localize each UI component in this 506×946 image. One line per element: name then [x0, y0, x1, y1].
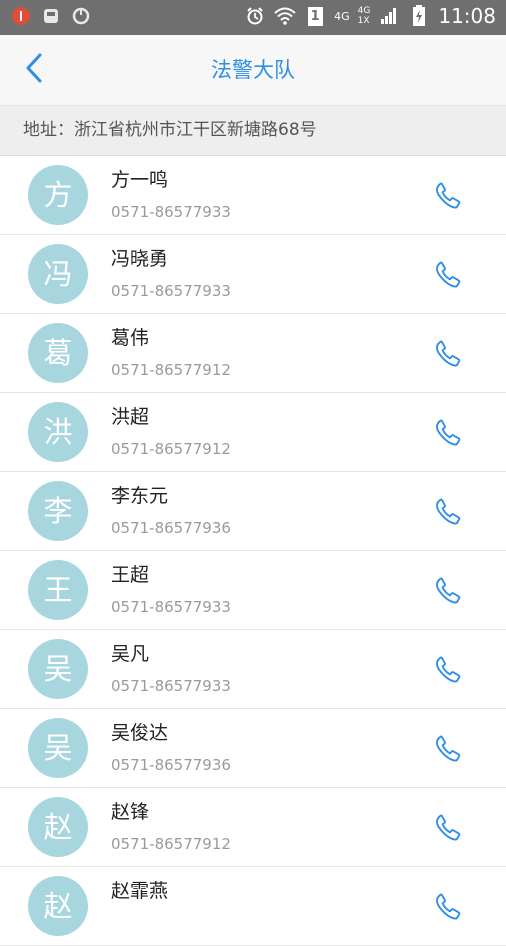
status-time: 11:08: [438, 4, 496, 28]
contact-name: 王超: [111, 564, 150, 586]
call-button[interactable]: [431, 652, 467, 688]
contact-phone: 0571-86577936: [111, 519, 231, 537]
status-bar: 1 4G 4G 1X 11:08: [0, 0, 506, 35]
sync-notification-icon: [70, 5, 92, 27]
contact-row[interactable]: 赵 赵霏燕: [0, 867, 506, 946]
contact-phone: 0571-86577933: [111, 677, 231, 695]
contact-row[interactable]: 赵 赵锋 0571-86577912: [0, 788, 506, 867]
contact-row[interactable]: 李 李东元 0571-86577936: [0, 472, 506, 551]
network-2-bottom: 1X: [357, 16, 370, 26]
contact-name: 方一鸣: [111, 169, 169, 191]
contact-name: 葛伟: [111, 327, 150, 349]
contact-phone: 0571-86577933: [111, 282, 231, 300]
phone-icon: [436, 419, 461, 446]
contact-name: 吴俊达: [111, 722, 169, 744]
network-2-top: 4G: [357, 6, 371, 16]
call-button[interactable]: [431, 889, 467, 925]
avatar: 方: [28, 165, 88, 225]
call-button[interactable]: [431, 257, 467, 293]
app-bar: 法警大队: [0, 35, 506, 106]
page-title: 法警大队: [211, 58, 295, 82]
contact-phone: 0571-86577912: [111, 440, 231, 458]
avatar: 赵: [28, 876, 88, 936]
contact-name: 李东元: [111, 485, 169, 507]
avatar: 洪: [28, 402, 88, 462]
contact-row[interactable]: 吴 吴凡 0571-86577933: [0, 630, 506, 709]
phone-icon: [436, 656, 461, 683]
avatar: 王: [28, 560, 88, 620]
contact-row[interactable]: 葛 葛伟 0571-86577912: [0, 314, 506, 393]
address-bar: 地址：浙江省杭州市江干区新塘路68号: [0, 106, 506, 156]
app-notification-icon: [10, 5, 32, 27]
phone-icon: [436, 261, 461, 288]
call-button[interactable]: [431, 731, 467, 767]
phone-icon: [436, 814, 461, 841]
call-button[interactable]: [431, 178, 467, 214]
contact-row[interactable]: 洪 洪超 0571-86577912: [0, 393, 506, 472]
call-button[interactable]: [431, 336, 467, 372]
phone-icon: [436, 182, 461, 209]
alarm-icon: [244, 5, 266, 27]
network-2-indicator: 4G 1X: [358, 6, 371, 26]
avatar: 吴: [28, 718, 88, 778]
avatar: 冯: [28, 244, 88, 304]
contact-row[interactable]: 王 王超 0571-86577933: [0, 551, 506, 630]
avatar: 吴: [28, 639, 88, 699]
wifi-icon: [274, 5, 296, 27]
signal-icon: [378, 5, 400, 27]
call-button[interactable]: [431, 573, 467, 609]
avatar: 李: [28, 481, 88, 541]
contact-phone: 0571-86577912: [111, 361, 231, 379]
contact-row[interactable]: 冯 冯晓勇 0571-86577933: [0, 235, 506, 314]
sim-label: 1: [307, 6, 323, 26]
contact-phone: 0571-86577933: [111, 203, 231, 221]
contact-row[interactable]: 吴 吴俊达 0571-86577936: [0, 709, 506, 788]
contact-phone: 0571-86577912: [111, 835, 231, 853]
address-text: 地址：浙江省杭州市江干区新塘路68号: [23, 120, 317, 140]
avatar: 赵: [28, 797, 88, 857]
contact-name: 吴凡: [111, 643, 150, 665]
contact-name: 洪超: [111, 406, 150, 428]
call-button[interactable]: [431, 810, 467, 846]
phone-icon: [436, 577, 461, 604]
phone-icon: [436, 498, 461, 525]
contact-phone: 0571-86577936: [111, 756, 231, 774]
avatar: 葛: [28, 323, 88, 383]
contact-list: 方 方一鸣 0571-86577933 冯 冯晓勇 0571-86577933 …: [0, 156, 506, 946]
phone-icon: [436, 893, 461, 920]
call-button[interactable]: [431, 415, 467, 451]
phone-icon: [436, 735, 461, 762]
call-button[interactable]: [431, 494, 467, 530]
status-bar-left: [10, 5, 92, 27]
contact-name: 冯晓勇: [111, 248, 169, 270]
contact-name: 赵锋: [111, 801, 150, 823]
contact-name: 赵霏燕: [111, 880, 169, 902]
status-bar-right: 1 4G 4G 1X 11:08: [244, 5, 496, 27]
phone-icon: [436, 340, 461, 367]
battery-charging-icon: [408, 5, 430, 27]
storage-notification-icon: [40, 5, 62, 27]
contact-row[interactable]: 方 方一鸣 0571-86577933: [0, 156, 506, 235]
contact-phone: 0571-86577933: [111, 598, 231, 616]
sim-icon: 1: [304, 5, 326, 27]
network-label: 4G: [334, 9, 350, 23]
